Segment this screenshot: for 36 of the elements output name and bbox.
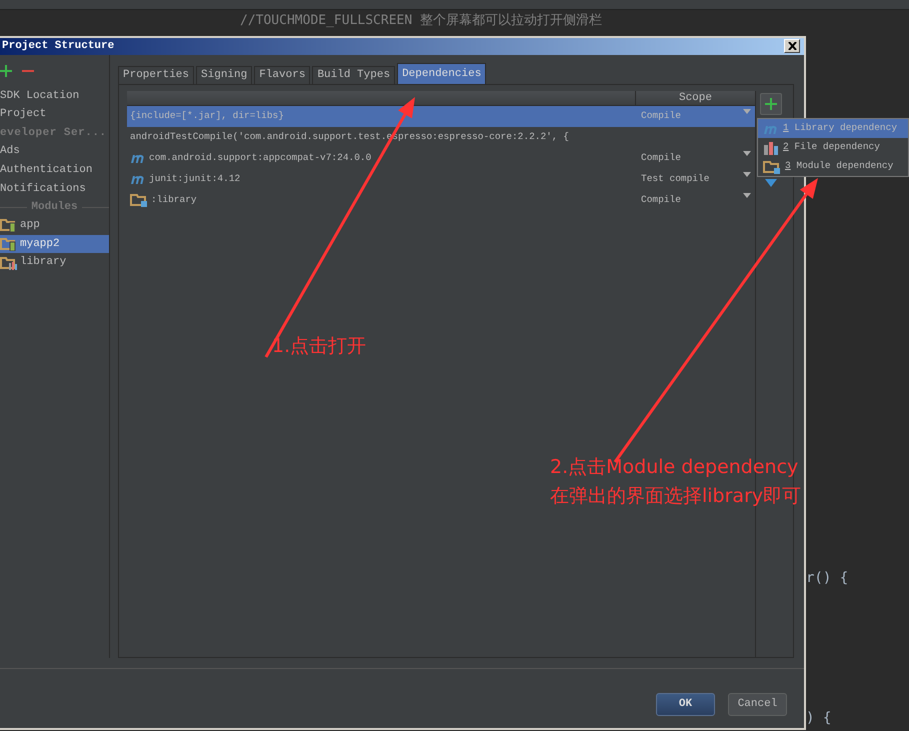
sidebar-item[interactable]: myapp2 [0, 234, 109, 254]
dependency-name: com.android.support:appcompat-v7:24.0.0 [149, 150, 372, 165]
scope-value: Compile [641, 108, 681, 123]
annotation-text: 2.点击Module dependency [550, 455, 800, 480]
sidebar-item[interactable]: app [0, 216, 109, 235]
scope-value: Compile [641, 192, 681, 207]
tab[interactable]: Signing [196, 66, 252, 84]
tab[interactable]: Dependencies [397, 62, 486, 84]
scope-value: Test compile [641, 172, 710, 186]
table-row[interactable]: :library Compile [127, 190, 755, 210]
annotation-text: 在弹出的界面选择library即可 [550, 484, 802, 509]
menu-item[interactable]: 3 Module dependency [758, 157, 908, 176]
scope-value: Compile [641, 150, 681, 165]
column-header: Scope [678, 90, 713, 104]
sidebar-item[interactable]: Authentication [0, 160, 109, 180]
tab[interactable]: Flavors [254, 66, 310, 84]
cancel-button[interactable]: Cancel [728, 692, 787, 716]
sidebar-item[interactable]: Ads [0, 142, 109, 161]
dependency-name: {include=[*.jar], dir=libs} [130, 108, 284, 123]
menu-item[interactable]: 2 File dependency [758, 138, 908, 157]
dependency-name: :library [151, 192, 197, 207]
table-row[interactable]: com.android.support:appcompat-v7:24.0.0 Compile [127, 148, 755, 168]
code-line: r() { [806, 569, 848, 588]
sidebar-item[interactable]: Notifications [0, 179, 109, 198]
table-row[interactable]: junit:junit:4.12 Test compile [127, 168, 755, 190]
code-line: //TOUCHMODE_FULLSCREEN 整个屏幕都可以拉动打开侧滑栏 [240, 12, 602, 30]
tab[interactable]: Build Types [312, 66, 396, 84]
section-header: Modules [31, 200, 78, 215]
ok-button[interactable]: OK [656, 692, 715, 716]
sidebar-item[interactable]: SDK Location [0, 86, 109, 106]
code-line: ) { [806, 709, 832, 728]
tab[interactable]: Properties [118, 66, 194, 84]
sidebar-item[interactable]: Project [0, 105, 109, 124]
sidebar-item[interactable]: library [0, 253, 109, 272]
dependency-name: junit:junit:4.12 [149, 172, 240, 186]
window-title: Project Structure [2, 39, 114, 54]
